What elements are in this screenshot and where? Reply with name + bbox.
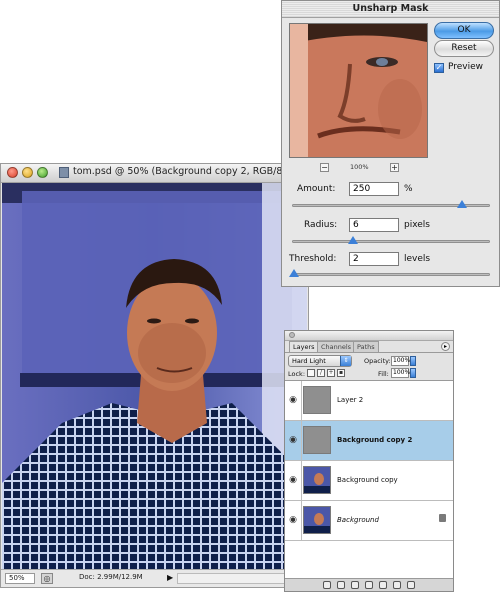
layer-row-layer-2[interactable]: ◉ Layer 2 [285, 381, 453, 421]
fill-slider-arrow-icon[interactable] [410, 368, 416, 378]
portrait-thumbnail [304, 467, 330, 493]
tab-channels[interactable]: Channels [317, 341, 356, 352]
horizontal-scrollbar[interactable] [177, 573, 294, 584]
eye-icon[interactable]: ◉ [287, 394, 299, 406]
preview-label: Preview [448, 62, 484, 72]
opacity-field[interactable]: 100% [391, 356, 410, 366]
document-proxy-icon[interactable] [59, 167, 69, 178]
link-layers-icon[interactable] [323, 581, 331, 589]
document-status-bar: 50% ◎ Doc: 2.99M/12.9M ▶ [1, 569, 308, 587]
threshold-label: Threshold: [289, 254, 337, 264]
radius-unit: pixels [404, 220, 430, 230]
new-layer-icon[interactable] [393, 581, 401, 589]
layer-name: Background copy [337, 476, 398, 484]
fill-field[interactable]: 100% [391, 368, 410, 378]
amount-label: Amount: [297, 184, 336, 194]
opacity-label: Opacity: [364, 357, 391, 365]
eye-icon[interactable]: ◉ [287, 514, 299, 526]
threshold-unit: levels [404, 254, 431, 264]
dialog-title: Unsharp Mask [352, 3, 429, 14]
status-menu-arrow-icon[interactable]: ▶ [167, 573, 173, 582]
palette-bottom-toolbar [285, 578, 453, 591]
layer-thumbnail [303, 386, 331, 414]
trash-icon[interactable] [407, 581, 415, 589]
new-group-icon[interactable] [379, 581, 387, 589]
radius-field[interactable]: 6 [349, 218, 399, 232]
reset-button[interactable]: Reset [434, 40, 494, 57]
threshold-slider-track[interactable] [292, 273, 490, 276]
layer-list: ◉ Layer 2 ◉ Background copy 2 ◉ Backgrou… [285, 380, 453, 581]
blend-mode-select[interactable]: Hard Light ⇕ [288, 355, 352, 367]
layer-thumbnail [303, 466, 331, 494]
add-mask-icon[interactable] [351, 581, 359, 589]
lock-position-icon[interactable]: + [327, 369, 335, 377]
face-preview-image [290, 24, 427, 157]
palette-close-button[interactable] [289, 332, 295, 338]
amount-field[interactable]: 250 [349, 182, 399, 196]
lock-transparency-icon[interactable] [307, 369, 315, 377]
layer-row-background-copy[interactable]: ◉ Background copy [285, 461, 453, 501]
layer-thumbnail [303, 426, 331, 454]
preview-checkbox[interactable]: ✓ [434, 63, 444, 73]
fill-label: Fill: [378, 370, 389, 378]
tab-paths[interactable]: Paths [353, 341, 379, 352]
portrait-thumbnail [304, 507, 330, 533]
document-title: tom.psd @ 50% (Background copy 2, RGB/8) [73, 166, 287, 177]
opacity-slider-arrow-icon[interactable] [410, 356, 416, 366]
layers-palette: Layers Channels Paths ▸ Hard Light ⇕ Opa… [284, 330, 454, 592]
palette-menu-icon[interactable]: ▸ [441, 342, 450, 351]
zoom-in-button[interactable]: + [390, 163, 399, 172]
radius-slider-track[interactable] [292, 240, 490, 243]
zoom-level-field[interactable]: 50% [5, 573, 35, 584]
document-size-info: Doc: 2.99M/12.9M [79, 573, 143, 581]
zoom-out-button[interactable]: − [320, 163, 329, 172]
document-titlebar[interactable]: tom.psd @ 50% (Background copy 2, RGB/8) [1, 164, 308, 183]
image-canvas[interactable] [2, 183, 307, 570]
filter-preview-pane[interactable] [289, 23, 428, 158]
unsharp-mask-dialog: Unsharp Mask − 100% + OK Reset ✓ Preview… [281, 0, 500, 287]
eye-icon[interactable]: ◉ [287, 434, 299, 446]
close-window-button[interactable] [7, 167, 18, 178]
blend-mode-arrow-icon: ⇕ [340, 356, 351, 366]
lock-all-icon[interactable]: ▪ [337, 369, 345, 377]
amount-slider-thumb[interactable] [457, 200, 468, 208]
document-window: tom.psd @ 50% (Background copy 2, RGB/8) [0, 163, 309, 588]
blend-mode-value: Hard Light [292, 357, 326, 365]
minimize-window-button[interactable] [22, 167, 33, 178]
adjustment-layer-icon[interactable] [365, 581, 373, 589]
threshold-field[interactable]: 2 [349, 252, 399, 266]
threshold-slider-thumb[interactable] [288, 269, 299, 277]
zoom-window-button[interactable] [37, 167, 48, 178]
portrait-photo [2, 183, 307, 570]
lock-label: Lock: [288, 370, 306, 378]
dialog-titlebar[interactable]: Unsharp Mask [282, 1, 499, 18]
radius-slider-thumb[interactable] [348, 236, 359, 244]
preview-zoom-controls: − 100% + [320, 162, 400, 174]
tab-layers[interactable]: Layers [289, 341, 319, 352]
layer-style-icon[interactable] [337, 581, 345, 589]
layer-name: Layer 2 [337, 396, 364, 404]
layer-row-background[interactable]: ◉ Background [285, 501, 453, 541]
amount-unit: % [404, 184, 413, 194]
palette-tabs: Layers Channels Paths ▸ [285, 340, 453, 353]
layer-name: Background copy 2 [337, 436, 413, 444]
preview-zoom-percent: 100% [350, 163, 369, 171]
lock-icon [439, 514, 446, 522]
status-info-icon[interactable]: ◎ [41, 573, 53, 584]
layer-row-background-copy-2[interactable]: ◉ Background copy 2 [285, 421, 453, 461]
layer-thumbnail [303, 506, 331, 534]
radius-label: Radius: [304, 220, 338, 230]
ok-button[interactable]: OK [434, 22, 494, 39]
lock-image-pixels-icon[interactable]: / [317, 369, 325, 377]
eye-icon[interactable]: ◉ [287, 474, 299, 486]
layer-name: Background [337, 516, 379, 524]
